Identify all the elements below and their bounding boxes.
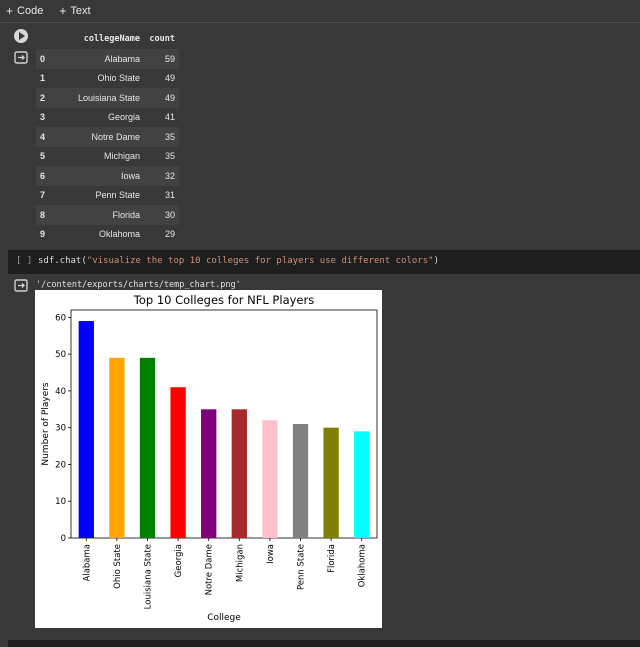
index-cell: 9 bbox=[36, 224, 56, 244]
table-row: 9 Oklahoma 29 bbox=[36, 224, 179, 244]
count-cell: 29 bbox=[144, 224, 179, 244]
table-header-row: collegeName count bbox=[36, 29, 179, 49]
count-cell: 32 bbox=[144, 166, 179, 186]
college-name-cell: Penn State bbox=[56, 185, 144, 205]
count-cell: 31 bbox=[144, 185, 179, 205]
bar-chart: Top 10 Colleges for NFL Players 0 10 20 30 40… bbox=[41, 293, 378, 623]
x-tick-label: Oklahoma bbox=[358, 544, 368, 587]
index-cell: 3 bbox=[36, 107, 56, 127]
x-tick-label: Penn State bbox=[297, 544, 307, 590]
dataframe-table: collegeName count 0 Alabama 59 1 Ohio State 4… bbox=[36, 29, 179, 244]
college-name-cell: Alabama bbox=[56, 49, 144, 69]
bar-alabama bbox=[78, 321, 94, 538]
count-cell: 49 bbox=[144, 68, 179, 88]
index-cell: 4 bbox=[36, 127, 56, 147]
x-tick-label: Georgia bbox=[174, 544, 184, 577]
bar-penn-state bbox=[292, 424, 309, 538]
table-row: 5 Michigan 35 bbox=[36, 146, 179, 166]
notebook-toolbar: + Code + Text bbox=[0, 0, 640, 23]
plus-icon: + bbox=[59, 4, 67, 18]
index-cell: 6 bbox=[36, 166, 56, 186]
x-tick-label: Florida bbox=[327, 544, 337, 573]
x-tick-label: Ohio State bbox=[113, 544, 123, 589]
count-cell: 59 bbox=[144, 49, 179, 69]
code-suffix: ) bbox=[433, 256, 439, 266]
y-tick-label: 0 bbox=[61, 534, 66, 544]
count-cell: 49 bbox=[144, 88, 179, 108]
index-header bbox=[36, 29, 56, 49]
chart-title: Top 10 Colleges for NFL Players bbox=[133, 293, 314, 307]
college-name-cell: Florida bbox=[56, 205, 144, 225]
bar-iowa bbox=[262, 420, 278, 538]
index-cell: 5 bbox=[36, 146, 56, 166]
bar-notre-dame bbox=[201, 409, 217, 538]
code-cell[interactable]: [ ] sdf.chat("visualize the top 10 colle… bbox=[8, 250, 640, 274]
add-code-button[interactable]: + Code bbox=[6, 4, 43, 18]
y-tick-label: 20 bbox=[55, 460, 66, 470]
count-cell: 41 bbox=[144, 107, 179, 127]
code-line[interactable]: sdf.chat("visualize the top 10 colleges … bbox=[38, 256, 439, 266]
x-tick-label: Alabama bbox=[82, 544, 92, 581]
bar-ohio-state bbox=[109, 357, 125, 538]
add-text-button[interactable]: + Text bbox=[59, 4, 90, 18]
column-header: count bbox=[149, 34, 175, 44]
table-row: 4 Notre Dame 35 bbox=[36, 127, 179, 147]
play-icon bbox=[19, 32, 25, 40]
dataframe-cell: collegeName count 0 Alabama 59 1 Ohio State 4… bbox=[0, 23, 640, 245]
column-header: collegeName bbox=[83, 34, 140, 44]
count-cell: 35 bbox=[144, 127, 179, 147]
code-string: "visualize the top 10 colleges for playe… bbox=[86, 256, 434, 266]
index-cell: 7 bbox=[36, 185, 56, 205]
table-row: 0 Alabama 59 bbox=[36, 49, 179, 69]
bar-florida bbox=[323, 427, 339, 538]
add-text-label: Text bbox=[70, 5, 91, 17]
x-tick-label: Louisiana State bbox=[144, 544, 154, 609]
table-row: 8 Florida 30 bbox=[36, 205, 179, 225]
college-name-cell: Ohio State bbox=[56, 68, 144, 88]
college-name-cell: Iowa bbox=[56, 166, 144, 186]
x-tick-label: Notre Dame bbox=[205, 544, 215, 595]
y-axis-label: Number of Players bbox=[41, 382, 51, 466]
table-row: 1 Ohio State 49 bbox=[36, 68, 179, 88]
index-cell: 0 bbox=[36, 49, 56, 69]
table-row: 2 Louisiana State 49 bbox=[36, 88, 179, 108]
college-name-cell: Notre Dame bbox=[56, 127, 144, 147]
y-tick-label: 50 bbox=[55, 350, 66, 360]
x-axis-label: College bbox=[207, 613, 241, 623]
y-tick-label: 40 bbox=[55, 387, 66, 397]
run-cell-button[interactable]: [ ] bbox=[16, 256, 32, 266]
add-code-label: Code bbox=[17, 5, 44, 17]
bar-louisiana-state bbox=[139, 357, 156, 538]
output-icon[interactable] bbox=[14, 51, 28, 64]
college-name-cell: Louisiana State bbox=[56, 88, 144, 108]
code-prefix: sdf.chat( bbox=[38, 256, 87, 266]
bar-georgia bbox=[170, 387, 186, 538]
run-cell-button[interactable] bbox=[14, 29, 28, 43]
y-tick-label: 60 bbox=[55, 313, 66, 323]
count-cell: 35 bbox=[144, 146, 179, 166]
count-cell: 30 bbox=[144, 205, 179, 225]
college-name-cell: Oklahoma bbox=[56, 224, 144, 244]
x-tick-label: Michigan bbox=[235, 544, 245, 582]
plus-icon: + bbox=[6, 4, 14, 18]
output-path-text: '/content/exports/charts/temp_chart.png' bbox=[36, 280, 241, 290]
output-icon[interactable] bbox=[14, 279, 28, 292]
y-tick-label: 30 bbox=[55, 424, 66, 434]
chart-image: Top 10 Colleges for NFL Players 0 10 20 30 40… bbox=[35, 290, 382, 628]
y-tick-label: 10 bbox=[55, 497, 66, 507]
college-name-cell: Georgia bbox=[56, 107, 144, 127]
table-row: 3 Georgia 41 bbox=[36, 107, 179, 127]
index-cell: 8 bbox=[36, 205, 56, 225]
bar-oklahoma bbox=[354, 431, 370, 538]
next-cell-edge bbox=[8, 640, 640, 647]
bar-michigan bbox=[231, 409, 247, 538]
table-row: 6 Iowa 32 bbox=[36, 166, 179, 186]
index-cell: 1 bbox=[36, 68, 56, 88]
index-cell: 2 bbox=[36, 88, 56, 108]
table-row: 7 Penn State 31 bbox=[36, 185, 179, 205]
college-name-cell: Michigan bbox=[56, 146, 144, 166]
x-tick-label: Iowa bbox=[266, 544, 276, 564]
